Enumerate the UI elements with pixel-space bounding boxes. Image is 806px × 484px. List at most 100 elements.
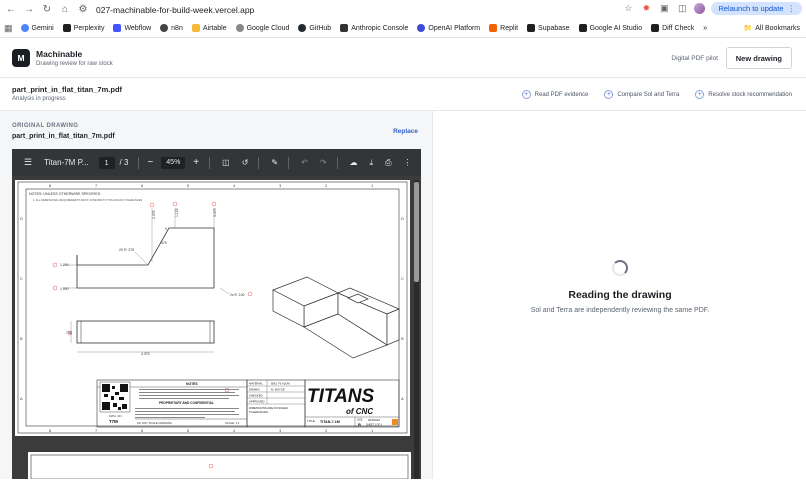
do-not-scale: DO NOT SCALE DRAWING [137, 421, 172, 425]
n8n-icon [160, 24, 169, 32]
puzzle-icon[interactable]: ▣ [658, 3, 670, 15]
status-heading: Reading the drawing [568, 289, 672, 301]
undo-icon[interactable]: ↶ [301, 158, 308, 167]
pdf-toolbar: ☰ Titan-7M P... 1 / 3 − 45% + ◫ ↺ ✎ ↶ ↷ … [12, 149, 421, 176]
compare-sol-terra-step[interactable]: + Compare Sol and Terra [604, 90, 679, 99]
menu-icon[interactable]: ☰ [24, 157, 32, 168]
site-settings-icon[interactable]: ⚙ [76, 3, 90, 17]
bookmark-item[interactable]: Replit [489, 24, 518, 32]
zone-col-label: 6 [141, 183, 144, 188]
download-icon[interactable]: ⤓ [370, 158, 374, 168]
toolbar-divider [209, 156, 211, 169]
dimension-label: 2.375 [152, 210, 156, 219]
draw-icon[interactable]: ✎ [271, 158, 278, 167]
qr-code [99, 381, 131, 413]
bookmark-item[interactable]: Airtable [191, 24, 227, 32]
openai-icon [417, 24, 426, 32]
all-bookmarks[interactable]: 📁 All Bookmarks [744, 24, 800, 33]
zone-col-label: 2 [325, 428, 328, 433]
zone-col-label: 8 [49, 183, 52, 188]
replace-link[interactable]: Replace [393, 128, 418, 135]
zoom-level-input[interactable]: 45% [161, 156, 186, 169]
bookmark-item[interactable]: OpenAI Platform [417, 24, 480, 32]
stamp-icon [392, 419, 398, 425]
zone-col-label: 5 [187, 183, 190, 188]
zone-col-label: 7 [95, 183, 98, 188]
toolbar-divider [336, 156, 338, 169]
redo-icon[interactable]: ↷ [320, 158, 327, 167]
checked-label: CHECKED [249, 394, 263, 398]
titans-logo: TITANS [307, 386, 375, 407]
fit-page-icon[interactable]: ◫ [222, 158, 230, 167]
more-options-icon[interactable]: ⋮ [403, 158, 411, 167]
notes-title: NOTES [186, 382, 198, 386]
address-bar[interactable]: 027-machinable-for-build-week.vercel.app [96, 5, 254, 15]
drawn-value: M. BOYCE [271, 388, 285, 392]
size-value: B [358, 422, 361, 427]
material-label: MATERIAL [249, 382, 263, 386]
proprietary-label: PROPRIETARY AND CONFIDENTIAL [159, 401, 214, 405]
rotate-icon[interactable]: ↺ [242, 158, 249, 167]
relaunch-button[interactable]: Relaunch to update ⋮ [711, 2, 802, 15]
save-icon[interactable]: ☁ [350, 158, 358, 167]
scrollbar-thumb[interactable] [414, 182, 419, 282]
bookmark-item[interactable]: Google AI Studio [578, 24, 642, 32]
print-icon[interactable]: ⎙ [385, 158, 391, 168]
dimension-label: 1.125 [175, 208, 179, 217]
note-line: 1. ALL DIMENSIONAL REQUIREMENTS MUST CON… [33, 198, 142, 202]
webflow-icon [113, 24, 122, 32]
tolerances-label: TOLERANCES: [249, 410, 269, 414]
section-label: ORIGINAL DRAWING [12, 123, 79, 129]
bookmark-item[interactable]: Supabase [527, 24, 570, 32]
bookmark-item[interactable]: Google Cloud [235, 24, 289, 32]
page-number-input[interactable]: 1 [98, 156, 115, 169]
sheet-value: SHEET 1 OF 3 [366, 424, 383, 427]
reload-icon[interactable]: ↻ [40, 3, 54, 17]
home-icon[interactable]: ⌂ [58, 3, 72, 17]
browser-toolbar: ← → ↻ ⌂ ⚙ 027-machinable-for-build-week.… [0, 0, 806, 19]
bookmarks-overflow-icon[interactable]: » [703, 25, 707, 32]
sidebar-icon[interactable]: ◫ [676, 3, 688, 15]
zoom-out-icon[interactable]: − [147, 157, 153, 168]
resolve-stock-step[interactable]: + Resolve stock recommendation [695, 90, 792, 99]
review-header: part_print_in_flat_titan_7m.pdf Analysis… [0, 78, 806, 111]
profile-avatar[interactable] [694, 3, 706, 14]
zoom-in-icon[interactable]: + [193, 157, 199, 168]
plus-circle-icon: + [604, 90, 614, 99]
bookmark-star-icon[interactable]: ☆ [622, 3, 634, 15]
review-actions: + Read PDF evidence + Compare Sol and Terr… [521, 90, 792, 99]
bookmark-item[interactable]: Gemini [20, 24, 54, 32]
brand: Machinable Drawing review for raw stock [36, 49, 113, 67]
pdf-page-2 [28, 452, 411, 480]
zone-col-label: 3 [279, 428, 282, 433]
app-subtitle: Drawing review for raw stock [36, 60, 113, 67]
new-drawing-button[interactable]: New drawing [725, 47, 792, 69]
title-label: TITLE: [307, 419, 316, 423]
read-pdf-evidence-step[interactable]: + Read PDF evidence [521, 90, 588, 99]
bookmark-item[interactable]: Perplexity [62, 24, 104, 32]
page-total: / 3 [119, 158, 129, 167]
bookmark-item[interactable]: Anthropic Console [340, 24, 408, 32]
back-icon[interactable]: ← [4, 3, 18, 17]
zone-row-label: B [401, 336, 404, 341]
zone-col-label: 1 [371, 183, 374, 188]
bookmark-item[interactable]: Webflow [113, 24, 151, 32]
pdf-scrollbar[interactable] [414, 180, 419, 479]
of-cnc-logo: of CNC [346, 407, 373, 416]
bookmark-item[interactable]: n8n [160, 24, 183, 32]
loading-spinner-icon [612, 260, 628, 276]
dimension-label: 4.375 [141, 352, 150, 356]
isometric-view [272, 276, 400, 359]
apps-grid-icon[interactable]: ▦ [4, 23, 13, 34]
notes-header: NOTES: UNLESS OTHERWISE SPECIFIED [29, 192, 101, 196]
zone-col-label: 8 [49, 428, 52, 433]
bookmark-item[interactable]: GitHub [298, 24, 331, 32]
dimension-label: .475 [160, 241, 167, 245]
forward-icon[interactable]: → [22, 3, 36, 17]
toolbar-divider [138, 156, 140, 169]
zone-col-label: 5 [187, 428, 190, 433]
anthropic-icon [340, 24, 349, 32]
zone-col-label: 1 [371, 428, 374, 433]
bookmark-item[interactable]: Diff Check [651, 24, 694, 32]
extension-icon[interactable]: ✸ [640, 3, 652, 15]
